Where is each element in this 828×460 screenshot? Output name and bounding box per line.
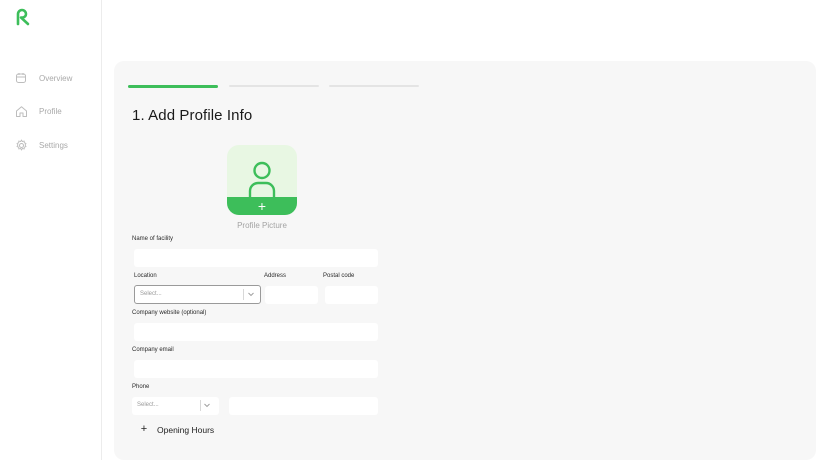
gear-icon xyxy=(14,138,28,152)
sidebar: Overview Profile Settings xyxy=(0,0,102,460)
sidebar-item-label: Settings xyxy=(39,140,68,150)
profile-picture-caption: Profile Picture xyxy=(237,221,287,230)
location-select[interactable]: Select... xyxy=(134,285,261,304)
step-indicator-1 xyxy=(128,85,218,88)
website-label: Company website (optional) xyxy=(132,310,207,316)
sidebar-item-label: Overview xyxy=(39,73,73,83)
plus-icon: + xyxy=(140,423,148,435)
home-icon xyxy=(14,104,28,118)
add-opening-hours-button[interactable]: + Opening Hours xyxy=(140,424,214,435)
plus-icon: + xyxy=(257,198,267,214)
postal-code-input[interactable] xyxy=(325,286,378,304)
sidebar-item-settings[interactable]: Settings xyxy=(14,135,68,155)
facility-name-input[interactable] xyxy=(134,249,378,267)
phone-number-input[interactable] xyxy=(229,397,378,415)
app-root: Overview Profile Settings 1. Add Profile… xyxy=(0,0,828,460)
profile-form-panel: 1. Add Profile Info + Profile Picture Na… xyxy=(114,61,816,460)
select-divider xyxy=(243,289,244,300)
sidebar-item-label: Profile xyxy=(39,106,62,116)
website-input[interactable] xyxy=(134,323,378,341)
sidebar-item-profile[interactable]: Profile xyxy=(14,101,62,121)
facility-name-label: Name of facility xyxy=(132,236,174,242)
profile-picture-upload[interactable]: + xyxy=(227,145,297,215)
email-label: Company email xyxy=(132,347,174,353)
sidebar-item-overview[interactable]: Overview xyxy=(14,68,72,88)
brand-logo-icon[interactable] xyxy=(15,8,33,26)
phone-code-placeholder: Select... xyxy=(137,402,159,408)
phone-code-select[interactable]: Select... xyxy=(132,397,219,415)
calendar-icon xyxy=(14,71,28,85)
location-select-placeholder: Select... xyxy=(140,291,162,297)
select-divider xyxy=(200,400,201,411)
chevron-down-icon xyxy=(204,403,210,408)
chevron-down-icon xyxy=(248,292,254,297)
opening-hours-label: Opening Hours xyxy=(157,424,215,435)
address-input[interactable] xyxy=(265,286,318,304)
phone-label: Phone xyxy=(132,384,150,390)
postal-code-label: Postal code xyxy=(323,273,355,279)
step-indicator-2 xyxy=(229,85,319,87)
address-label: Address xyxy=(264,273,287,279)
email-input[interactable] xyxy=(134,360,378,378)
page-title: 1. Add Profile Info xyxy=(132,107,253,124)
step-indicator-3 xyxy=(329,85,419,87)
location-label: Location xyxy=(134,273,157,279)
